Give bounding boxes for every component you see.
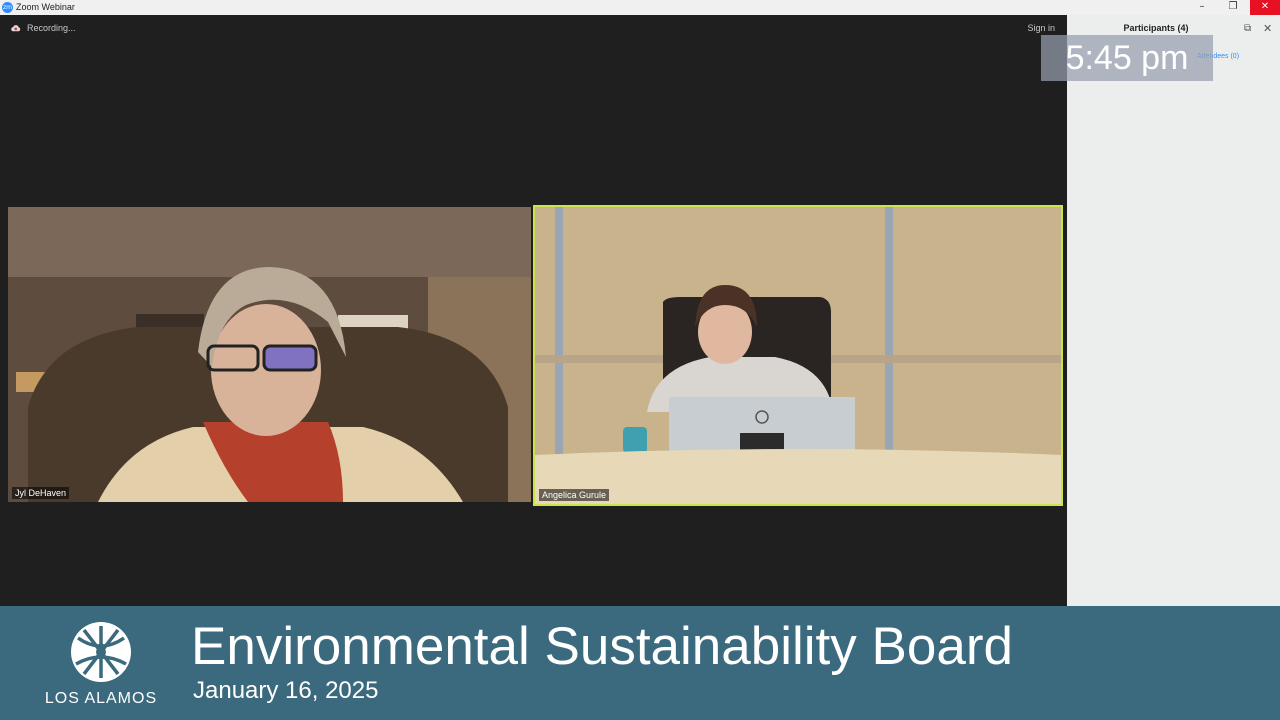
meeting-title: Environmental Sustainability Board: [191, 617, 1013, 676]
los-alamos-logo: LOS ALAMOS: [40, 620, 160, 716]
signin-link[interactable]: Sign in: [1027, 23, 1055, 33]
org-name: LOS ALAMOS: [44, 690, 158, 707]
window-titlebar: zm Zoom Webinar – ❐ ✕: [0, 0, 1280, 15]
video-stage: Recording... Sign in Jyl DeHaven Angelic…: [0, 15, 1067, 606]
cloud-recording-icon: [11, 25, 21, 32]
close-icon[interactable]: ✕: [1263, 22, 1272, 35]
participant-name-label: Jyl DeHaven: [12, 487, 70, 499]
meeting-date: January 16, 2025: [193, 677, 379, 704]
video-tile-angelica-gurule[interactable]: Angelica Gurule: [533, 205, 1063, 506]
close-window-button[interactable]: ✕: [1250, 0, 1280, 15]
popout-icon[interactable]: ⧉: [1244, 23, 1251, 34]
zoom-app-icon: zm: [2, 2, 13, 13]
participants-panel: Participants (4) ⧉ ✕ Attendees (0): [1067, 15, 1280, 606]
restore-button[interactable]: ❐: [1218, 0, 1248, 15]
recording-indicator[interactable]: Recording...: [10, 23, 76, 33]
meeting-banner: LOS ALAMOS Environmental Sustainability …: [0, 606, 1280, 720]
video-tile-jyl-dehaven[interactable]: Jyl DeHaven: [8, 207, 531, 502]
minimize-button[interactable]: –: [1187, 0, 1217, 15]
los-alamos-emblem-icon: [71, 622, 131, 682]
participant-name-label: Angelica Gurule: [539, 489, 610, 501]
window-title: Zoom Webinar: [16, 2, 75, 12]
clock-overlay: 5:45 pm: [1041, 35, 1213, 81]
participants-title: Participants (4): [1123, 23, 1189, 33]
recording-label: Recording...: [27, 23, 76, 33]
participant-video-feed: [535, 207, 1061, 504]
participant-video-feed: [8, 207, 531, 502]
